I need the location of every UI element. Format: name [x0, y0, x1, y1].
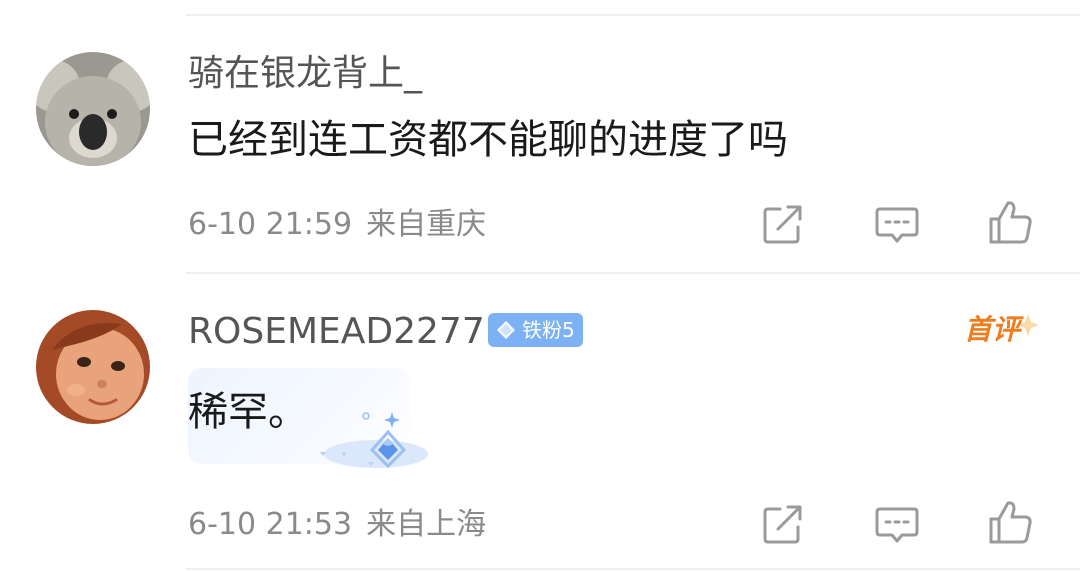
- like-button[interactable]: [986, 197, 1036, 247]
- comment-location: 来自重庆: [366, 207, 487, 242]
- reply-button[interactable]: [872, 499, 922, 549]
- fan-badge-label: 铁粉5: [522, 318, 575, 342]
- baby-avatar-icon: [36, 310, 150, 424]
- diamond-icon: [320, 412, 428, 469]
- thumbs-up-icon: [989, 501, 1032, 544]
- divider: [186, 568, 1080, 570]
- bubble-decoration: [306, 402, 436, 472]
- reply-button[interactable]: [872, 199, 922, 249]
- comment-location: 来自上海: [366, 507, 487, 542]
- comment-icon: [875, 507, 919, 543]
- diamond-icon: [497, 321, 515, 339]
- comment-list: 骑在银龙背上_ 已经到连工资都不能聊的进度了吗 6-10 21:59 来自重庆: [0, 0, 1080, 571]
- share-button[interactable]: [758, 499, 808, 549]
- koala-avatar-icon: [36, 52, 150, 166]
- first-comment-tag: 首评: [962, 310, 1042, 350]
- comment-meta: 6-10 21:59 来自重庆: [188, 205, 486, 245]
- avatar[interactable]: [36, 52, 150, 166]
- comment-text: 已经到连工资都不能聊的进度了吗: [188, 117, 788, 163]
- share-button[interactable]: [758, 199, 808, 249]
- comment-time: 6-10 21:59: [188, 207, 353, 242]
- username[interactable]: ROSEMEAD2277: [188, 310, 485, 354]
- comment-icon: [875, 207, 919, 243]
- share-icon: [763, 505, 802, 544]
- comment-meta: 6-10 21:53 来自上海: [188, 505, 486, 545]
- first-comment-label: 首评: [964, 313, 1021, 346]
- share-icon: [763, 205, 802, 244]
- username[interactable]: 骑在银龙背上_: [188, 52, 422, 96]
- like-button[interactable]: [986, 497, 1036, 547]
- comment-text: 稀罕。: [188, 389, 308, 435]
- thumbs-up-icon: [989, 201, 1032, 244]
- comment-time: 6-10 21:53: [188, 507, 353, 542]
- divider: [186, 272, 1080, 274]
- divider: [186, 14, 1080, 16]
- avatar[interactable]: [36, 310, 150, 424]
- fan-badge[interactable]: 铁粉5: [488, 313, 583, 347]
